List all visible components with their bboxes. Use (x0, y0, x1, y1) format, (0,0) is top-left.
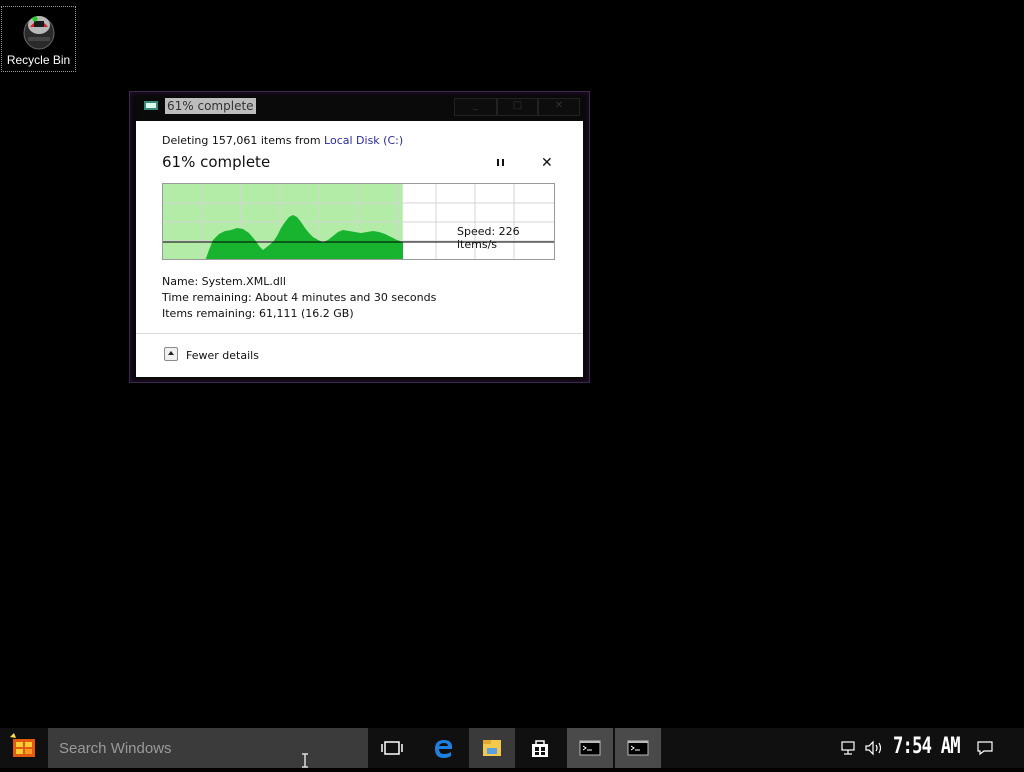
recycle-bin-label: Recycle Bin (6, 53, 71, 67)
cancel-button[interactable]: ✕ (541, 156, 553, 170)
text-cursor-icon (302, 753, 308, 768)
command-prompt-icon (627, 740, 649, 756)
edge-browser-icon (435, 740, 453, 758)
recycle-bin-desktop-icon[interactable]: Recycle Bin (1, 6, 76, 72)
edge-taskbar-button[interactable] (421, 728, 467, 768)
command-prompt-taskbar-button-1[interactable] (567, 728, 613, 768)
dialog-content: Deleting 157,061 items from Local Disk (… (136, 121, 583, 377)
file-explorer-taskbar-button[interactable] (469, 728, 515, 768)
file-operation-icon (144, 101, 158, 110)
taskbar: Search Windows 7:54 AM (0, 728, 1024, 768)
divider (136, 333, 583, 334)
task-view-icon (381, 741, 403, 755)
time-remaining-line: Time remaining: About 4 minutes and 30 s… (162, 291, 437, 304)
file-name-line: Name: System.XML.dll (162, 275, 286, 288)
operation-text: Deleting 157,061 items from (162, 134, 325, 147)
action-center-icon[interactable] (976, 740, 994, 756)
dialog-titlebar[interactable]: 61% complete _ □ ✕ (130, 92, 589, 120)
command-prompt-icon (579, 740, 601, 756)
speed-label: Speed: 226 items/s (457, 225, 520, 251)
progress-heading: 61% complete (162, 153, 271, 171)
taskbar-clock[interactable]: 7:54 AM (893, 734, 961, 759)
recycle-bin-icon (23, 16, 54, 50)
task-view-button[interactable] (369, 728, 415, 768)
progress-graph: Speed: 226 items/s (162, 183, 555, 260)
items-remaining-line: Items remaining: 61,111 (16.2 GB) (162, 307, 354, 320)
volume-icon[interactable] (864, 740, 884, 756)
dialog-title: 61% complete (165, 98, 256, 114)
pause-button[interactable] (495, 157, 507, 169)
fewer-details-button[interactable] (164, 347, 178, 361)
start-button[interactable] (0, 728, 48, 768)
start-logo-icon (10, 733, 35, 757)
store-taskbar-button[interactable] (517, 728, 563, 768)
local-disk-link[interactable]: Local Disk (C:) (324, 134, 403, 147)
operation-description: Deleting 157,061 items from Local Disk (… (162, 134, 403, 147)
file-explorer-icon (483, 740, 501, 756)
search-placeholder: Search Windows (59, 740, 172, 757)
command-prompt-taskbar-button-2[interactable] (615, 728, 661, 768)
fewer-details-label[interactable]: Fewer details (186, 349, 259, 362)
minimize-button[interactable]: _ (454, 98, 497, 116)
network-icon[interactable] (841, 740, 859, 756)
delete-progress-dialog: 61% complete _ □ ✕ Deleting 157,061 item… (129, 91, 590, 383)
maximize-button[interactable]: □ (497, 98, 538, 116)
close-window-button[interactable]: ✕ (538, 98, 580, 116)
search-box[interactable]: Search Windows (48, 728, 368, 768)
store-icon (532, 740, 548, 757)
